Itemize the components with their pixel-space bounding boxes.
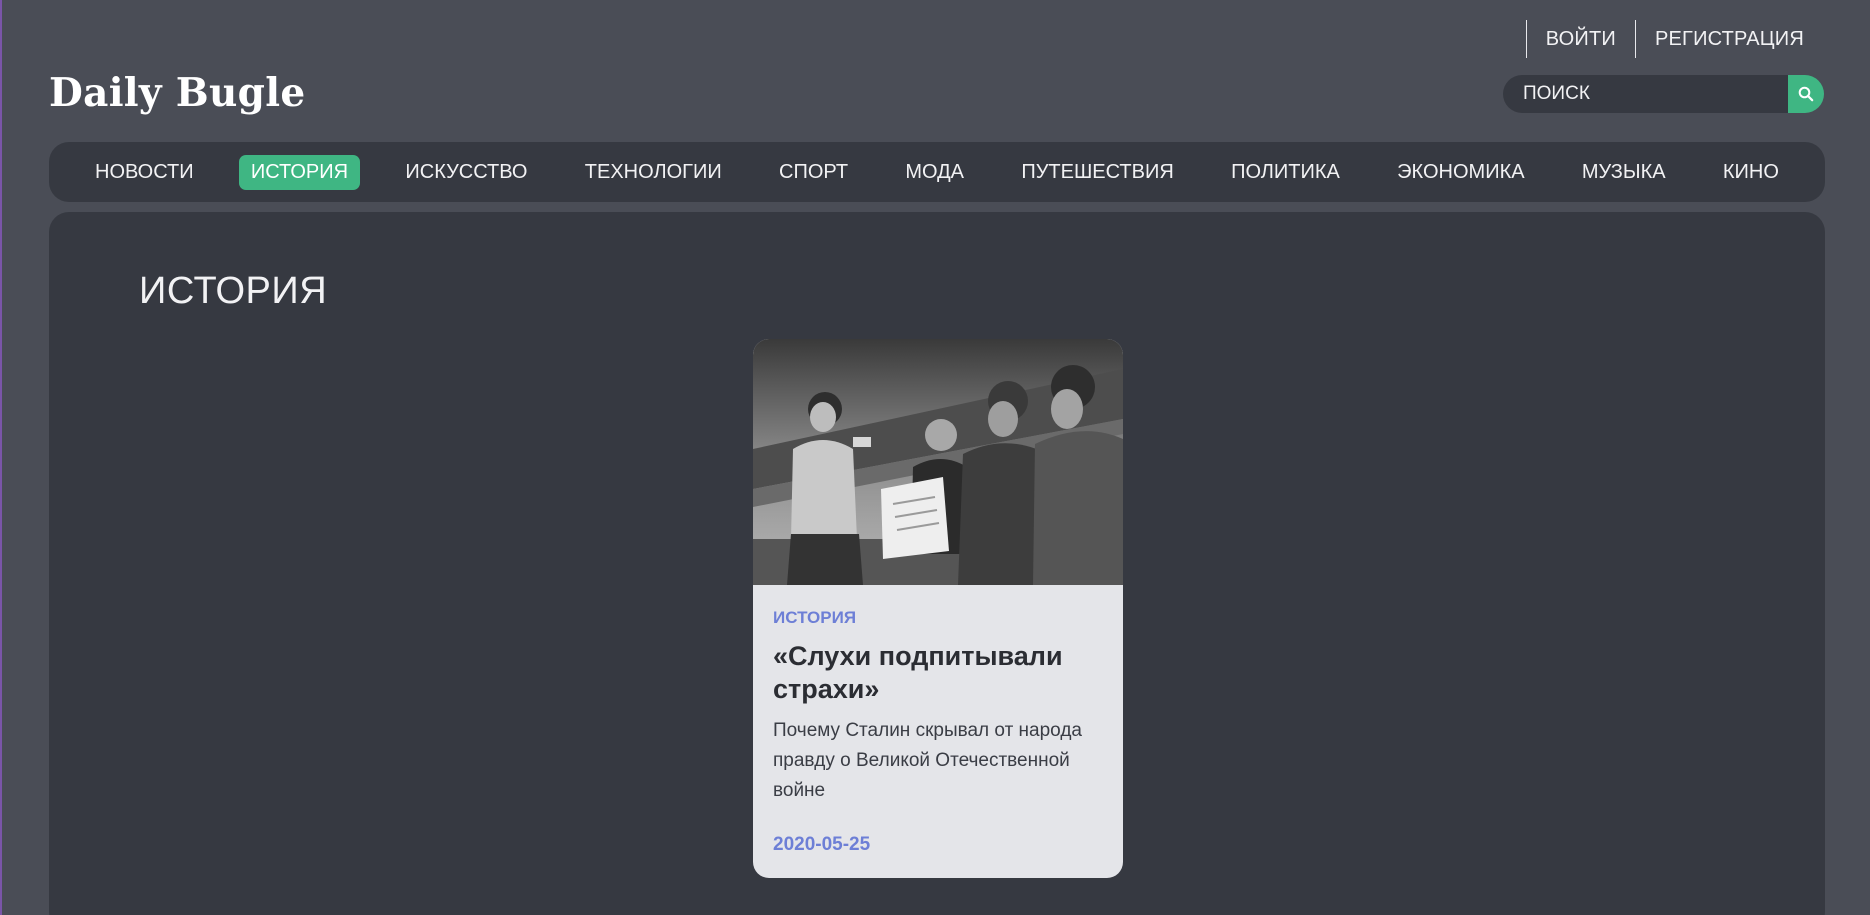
login-link[interactable]: ВОЙТИ xyxy=(1525,20,1635,58)
article-title[interactable]: «Слухи подпитывали страхи» xyxy=(773,640,1103,706)
category-nav: НОВОСТИ ИСТОРИЯ ИСКУССТВО ТЕХНОЛОГИИ СПО… xyxy=(49,142,1825,202)
nav-item-art[interactable]: ИСКУССТВО xyxy=(393,155,539,190)
nav-item-cinema[interactable]: КИНО xyxy=(1711,155,1791,190)
article-category[interactable]: ИСТОРИЯ xyxy=(773,608,1103,628)
page-title: ИСТОРИЯ xyxy=(139,270,328,312)
register-link[interactable]: РЕГИСТРАЦИЯ xyxy=(1634,20,1823,58)
nav-item-technology[interactable]: ТЕХНОЛОГИИ xyxy=(573,155,734,190)
nav-item-sport[interactable]: СПОРТ xyxy=(767,155,860,190)
article-description: Почему Сталин скрывал от народа правду о… xyxy=(773,720,1082,801)
nav-item-politics[interactable]: ПОЛИТИКА xyxy=(1219,155,1352,190)
nav-item-travel[interactable]: ПУТЕШЕСТВИЯ xyxy=(1009,155,1185,190)
nav-item-music[interactable]: МУЗЫКА xyxy=(1570,155,1678,190)
nav-item-fashion[interactable]: МОДА xyxy=(893,155,976,190)
search-input[interactable] xyxy=(1503,75,1788,113)
nav-item-economy[interactable]: ЭКОНОМИКА xyxy=(1385,155,1536,190)
main-content: ИСТОРИЯ ИСТОРИЯ «Слухи подпитывали страх… xyxy=(49,212,1825,915)
search-button[interactable] xyxy=(1788,75,1824,113)
search-bar xyxy=(1503,75,1824,113)
article-card[interactable]: ИСТОРИЯ «Слухи подпитывали страхи» Почем… xyxy=(753,339,1123,878)
auth-links: ВОЙТИ РЕГИСТРАЦИЯ xyxy=(1525,20,1823,58)
article-body: ИСТОРИЯ «Слухи подпитывали страхи» Почем… xyxy=(753,585,1123,806)
search-icon xyxy=(1798,86,1814,102)
nav-item-history[interactable]: ИСТОРИЯ xyxy=(238,154,361,190)
site-logo[interactable]: Daily Bugle xyxy=(49,70,305,116)
article-date: 2020-05-25 xyxy=(773,834,871,855)
nav-item-news[interactable]: НОВОСТИ xyxy=(83,155,206,190)
article-image xyxy=(753,339,1123,585)
page: ВОЙТИ РЕГИСТРАЦИЯ Daily Bugle НОВОСТИ ИС… xyxy=(0,0,1870,915)
